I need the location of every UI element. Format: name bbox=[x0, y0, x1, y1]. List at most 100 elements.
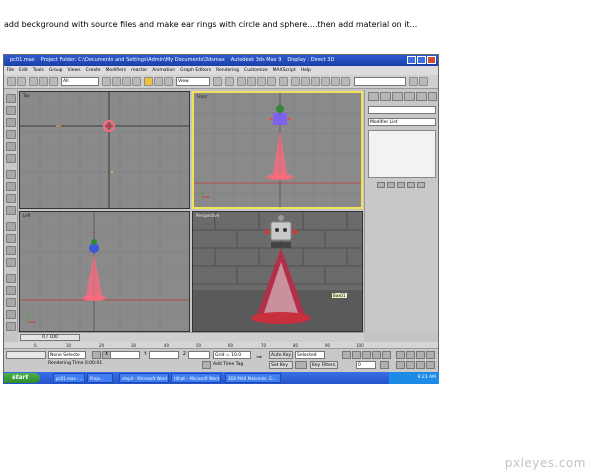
quick-render-icon[interactable] bbox=[419, 77, 428, 86]
modifier-stack[interactable] bbox=[368, 130, 436, 178]
configure-sets-icon[interactable] bbox=[417, 182, 425, 188]
z-coordinate-field[interactable] bbox=[188, 351, 210, 359]
select-object-icon[interactable] bbox=[102, 77, 111, 86]
viewport-perspective[interactable]: Perspective Box01 bbox=[192, 211, 363, 332]
menu-reactor[interactable]: reactor bbox=[131, 66, 147, 75]
current-frame-field[interactable]: 0 bbox=[356, 361, 376, 369]
pan-icon[interactable] bbox=[406, 361, 415, 369]
zoom-icon[interactable] bbox=[396, 351, 405, 359]
key-filters-button[interactable]: Key Filters... bbox=[310, 361, 338, 369]
auto-key-button[interactable]: Auto Key bbox=[269, 351, 293, 359]
angle-snap-icon[interactable] bbox=[247, 77, 256, 86]
pin-stack-icon[interactable] bbox=[377, 182, 385, 188]
spinner-snap-icon[interactable] bbox=[267, 77, 276, 86]
time-slider[interactable]: 0 / 100 bbox=[20, 334, 80, 341]
minimize-button[interactable] bbox=[407, 56, 416, 64]
named-selection-icon[interactable] bbox=[279, 77, 288, 86]
go-to-start-icon[interactable] bbox=[342, 351, 351, 359]
tool-slot-8-icon[interactable] bbox=[6, 182, 16, 191]
pivot-center-icon[interactable] bbox=[213, 77, 222, 86]
display-tab-icon[interactable] bbox=[416, 92, 427, 101]
next-frame-icon[interactable] bbox=[372, 351, 381, 359]
tool-slot-13-icon[interactable] bbox=[6, 246, 16, 255]
add-time-tag-icon[interactable] bbox=[202, 361, 211, 369]
close-button[interactable] bbox=[427, 56, 436, 64]
named-selection-sets-dropdown[interactable] bbox=[354, 77, 406, 86]
default-in-out-icon[interactable] bbox=[295, 361, 307, 369]
taskbar-item-materials[interactable]: 3DS MAX Materials: Ci... bbox=[225, 373, 281, 383]
go-to-end-icon[interactable] bbox=[382, 351, 391, 359]
tool-slot-1-icon[interactable] bbox=[6, 94, 16, 103]
select-by-name-icon[interactable] bbox=[112, 77, 121, 86]
make-unique-icon[interactable] bbox=[397, 182, 405, 188]
zoom-all-icon[interactable] bbox=[406, 351, 415, 359]
menu-customize[interactable]: Customize bbox=[244, 66, 268, 75]
tool-slot-9-icon[interactable] bbox=[6, 194, 16, 203]
layer-manager-icon[interactable] bbox=[311, 77, 320, 86]
tool-slot-11-icon[interactable] bbox=[6, 222, 16, 231]
undo-icon[interactable] bbox=[7, 77, 16, 86]
taskbar-item-max[interactable]: pc01.max - ... bbox=[53, 373, 85, 383]
menu-views[interactable]: Views bbox=[68, 66, 81, 75]
tool-slot-19-icon[interactable] bbox=[6, 322, 16, 331]
add-time-tag-label[interactable]: Add Time Tag bbox=[213, 362, 243, 367]
play-icon[interactable] bbox=[362, 351, 371, 359]
modifier-list-dropdown[interactable]: Modifier List bbox=[368, 118, 436, 126]
window-crossing-icon[interactable] bbox=[132, 77, 141, 86]
menu-rendering[interactable]: Rendering bbox=[216, 66, 239, 75]
menu-help[interactable]: Help bbox=[301, 66, 311, 75]
create-tab-icon[interactable] bbox=[368, 92, 379, 101]
material-editor-icon[interactable] bbox=[341, 77, 350, 86]
menu-group[interactable]: Group bbox=[49, 66, 63, 75]
schematic-view-icon[interactable] bbox=[331, 77, 340, 86]
menu-animation[interactable]: Animation bbox=[152, 66, 175, 75]
maximize-button[interactable] bbox=[417, 56, 426, 64]
start-button[interactable]: start bbox=[4, 373, 40, 383]
menu-file[interactable]: File bbox=[7, 66, 15, 75]
remove-modifier-icon[interactable] bbox=[407, 182, 415, 188]
maximize-viewport-icon[interactable] bbox=[426, 361, 435, 369]
tool-slot-16-icon[interactable] bbox=[6, 286, 16, 295]
taskbar-item-project[interactable]: Proje... bbox=[87, 373, 113, 383]
viewport-front[interactable]: Front bbox=[192, 91, 363, 209]
taskbar-item-step4[interactable]: step4 - Microsoft Word bbox=[119, 373, 169, 383]
tool-slot-12-icon[interactable] bbox=[6, 234, 16, 243]
selection-filter-dropdown[interactable]: All bbox=[61, 77, 99, 86]
tool-slot-14-icon[interactable] bbox=[6, 258, 16, 267]
percent-snap-icon[interactable] bbox=[257, 77, 266, 86]
snaps-toggle-icon[interactable] bbox=[237, 77, 246, 86]
redo-icon[interactable] bbox=[17, 77, 26, 86]
zoom-extents-all-icon[interactable] bbox=[426, 351, 435, 359]
render-scene-icon[interactable] bbox=[409, 77, 418, 86]
reference-coord-dropdown[interactable]: View bbox=[176, 77, 210, 86]
curve-editor-icon[interactable] bbox=[321, 77, 330, 86]
hierarchy-tab-icon[interactable] bbox=[392, 92, 403, 101]
rotate-icon[interactable] bbox=[154, 77, 163, 86]
arc-rotate-icon[interactable] bbox=[416, 361, 425, 369]
bind-space-warp-icon[interactable] bbox=[49, 77, 58, 86]
tool-slot-6-icon[interactable] bbox=[6, 154, 16, 163]
select-manipulate-icon[interactable] bbox=[225, 77, 234, 86]
tool-slot-5-icon[interactable] bbox=[6, 142, 16, 151]
set-key-button[interactable]: Set Key bbox=[269, 361, 293, 369]
menu-edit[interactable]: Edit bbox=[19, 66, 28, 75]
y-coordinate-field[interactable] bbox=[149, 351, 179, 359]
zoom-extents-icon[interactable] bbox=[416, 351, 425, 359]
modify-tab-icon[interactable] bbox=[380, 92, 391, 101]
viewport-perspective-label[interactable]: Perspective bbox=[196, 213, 219, 218]
tool-slot-10-icon[interactable] bbox=[6, 206, 16, 215]
x-coordinate-field[interactable] bbox=[110, 351, 140, 359]
menu-modifiers[interactable]: Modifiers bbox=[106, 66, 127, 75]
key-icon[interactable]: ⊸ bbox=[256, 353, 262, 361]
taskbar-item-tithali[interactable]: tithali - Microsoft Word bbox=[171, 373, 221, 383]
tool-slot-3-icon[interactable] bbox=[6, 118, 16, 127]
align-icon[interactable] bbox=[301, 77, 310, 86]
field-of-view-icon[interactable] bbox=[396, 361, 405, 369]
time-configuration-icon[interactable] bbox=[380, 361, 389, 369]
mirror-icon[interactable] bbox=[291, 77, 300, 86]
tool-slot-7-icon[interactable] bbox=[6, 170, 16, 179]
utilities-tab-icon[interactable] bbox=[428, 92, 437, 101]
maxscript-listener-field[interactable] bbox=[6, 351, 46, 359]
selection-lock-icon[interactable] bbox=[92, 351, 101, 359]
tool-slot-15-icon[interactable] bbox=[6, 274, 16, 283]
